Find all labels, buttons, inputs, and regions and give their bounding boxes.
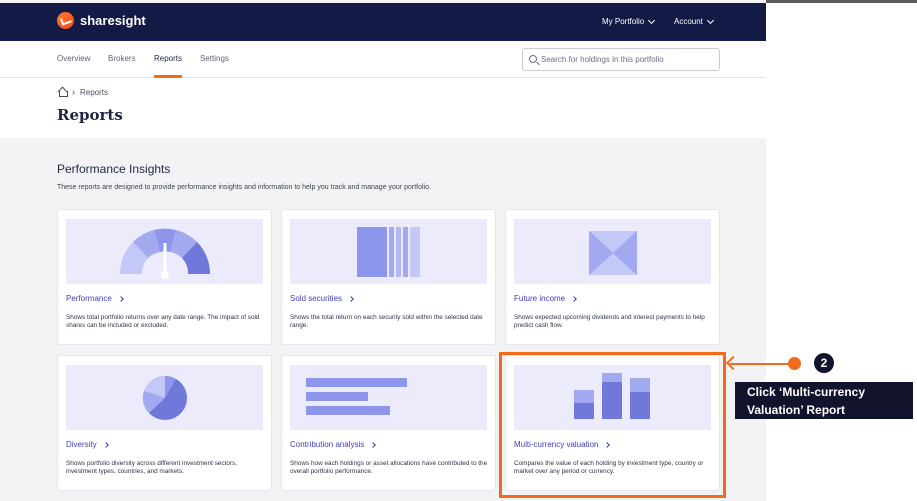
stripes-illustration — [290, 219, 487, 284]
report-card-contribution-analysis[interactable]: Contribution analysis Shows how each hol… — [281, 355, 496, 491]
card-description: Shows portfolio diversity across differe… — [66, 460, 238, 475]
account-label: Account — [674, 17, 703, 26]
contribution-analysis-report-link[interactable]: Contribution analysis — [290, 440, 377, 449]
card-title: Future income — [514, 294, 566, 303]
tab-overview[interactable]: Overview — [57, 54, 90, 78]
card-description: Shows expected upcoming dividends and in… — [514, 314, 705, 329]
my-portfolio-label: My Portfolio — [602, 17, 645, 26]
tab-reports[interactable]: Reports — [154, 54, 183, 78]
section-description: These reports are designed to provide pe… — [57, 184, 431, 191]
chevron-right-icon — [370, 441, 377, 448]
logo-text: sharesight — [80, 13, 146, 28]
report-card-sold-securities[interactable]: Sold securities Shows the total return o… — [281, 209, 496, 345]
card-title: Contribution analysis — [290, 440, 365, 449]
performance-report-link[interactable]: Performance — [66, 294, 124, 303]
chevron-down-icon — [648, 16, 656, 24]
report-card-performance[interactable]: Performance Shows total portfolio return… — [57, 209, 272, 345]
report-card-future-income[interactable]: Future income Shows expected upcoming di… — [505, 209, 720, 345]
card-title: Performance — [66, 294, 112, 303]
diversity-report-link[interactable]: Diversity — [66, 440, 109, 449]
section-title: Performance Insights — [57, 162, 171, 176]
tab-brokers[interactable]: Brokers — [108, 54, 136, 78]
my-portfolio-menu[interactable]: My Portfolio — [602, 16, 656, 26]
annotation-dot-icon — [788, 357, 801, 370]
account-menu[interactable]: Account — [674, 16, 714, 26]
tab-settings[interactable]: Settings — [200, 54, 229, 78]
card-description: Shows total portfolio returns over any d… — [66, 314, 260, 329]
logo-mark-icon — [57, 12, 74, 29]
step-number-badge: 2 — [814, 353, 834, 373]
sharesight-logo[interactable]: sharesight — [57, 12, 146, 29]
holdings-search-field[interactable]: Search for holdings in this portfolio — [522, 48, 720, 71]
instruction-tooltip: Click ‘Multi-currency Valuation’ Report — [735, 382, 913, 419]
future-income-report-link[interactable]: Future income — [514, 294, 577, 303]
chevron-right-icon — [348, 295, 354, 302]
page-title: Reports — [57, 106, 123, 124]
pie-illustration — [66, 365, 263, 430]
breadcrumb-current: Reports — [80, 87, 109, 97]
chevron-right-icon — [117, 295, 124, 302]
page-header: › Reports Reports — [0, 78, 766, 138]
chevron-down-icon — [706, 16, 714, 24]
breadcrumb-separator-icon: › — [72, 87, 75, 97]
chevron-right-icon — [102, 441, 109, 448]
card-description: Shows the total return on each security … — [290, 314, 483, 329]
envelope-illustration — [514, 219, 711, 284]
sold-securities-report-link[interactable]: Sold securities — [290, 294, 354, 303]
breadcrumb: › Reports — [58, 87, 108, 97]
report-card-diversity[interactable]: Diversity Shows portfolio diversity acro… — [57, 355, 272, 491]
card-title: Sold securities — [290, 294, 343, 303]
search-input[interactable]: Search for holdings in this portfolio — [541, 55, 664, 64]
highlight-box — [499, 352, 726, 498]
top-navbar: sharesight My Portfolio Account — [0, 3, 766, 41]
horizontal-bars-illustration — [290, 365, 487, 430]
card-description: Shows how each holdings or asset allocat… — [290, 460, 488, 475]
search-icon — [529, 55, 537, 63]
chevron-right-icon — [571, 295, 577, 302]
card-title: Diversity — [66, 440, 97, 449]
portfolio-subnav: Overview Brokers Reports Settings Search… — [0, 41, 766, 78]
gauge-illustration — [66, 219, 263, 284]
home-icon[interactable] — [58, 88, 68, 97]
